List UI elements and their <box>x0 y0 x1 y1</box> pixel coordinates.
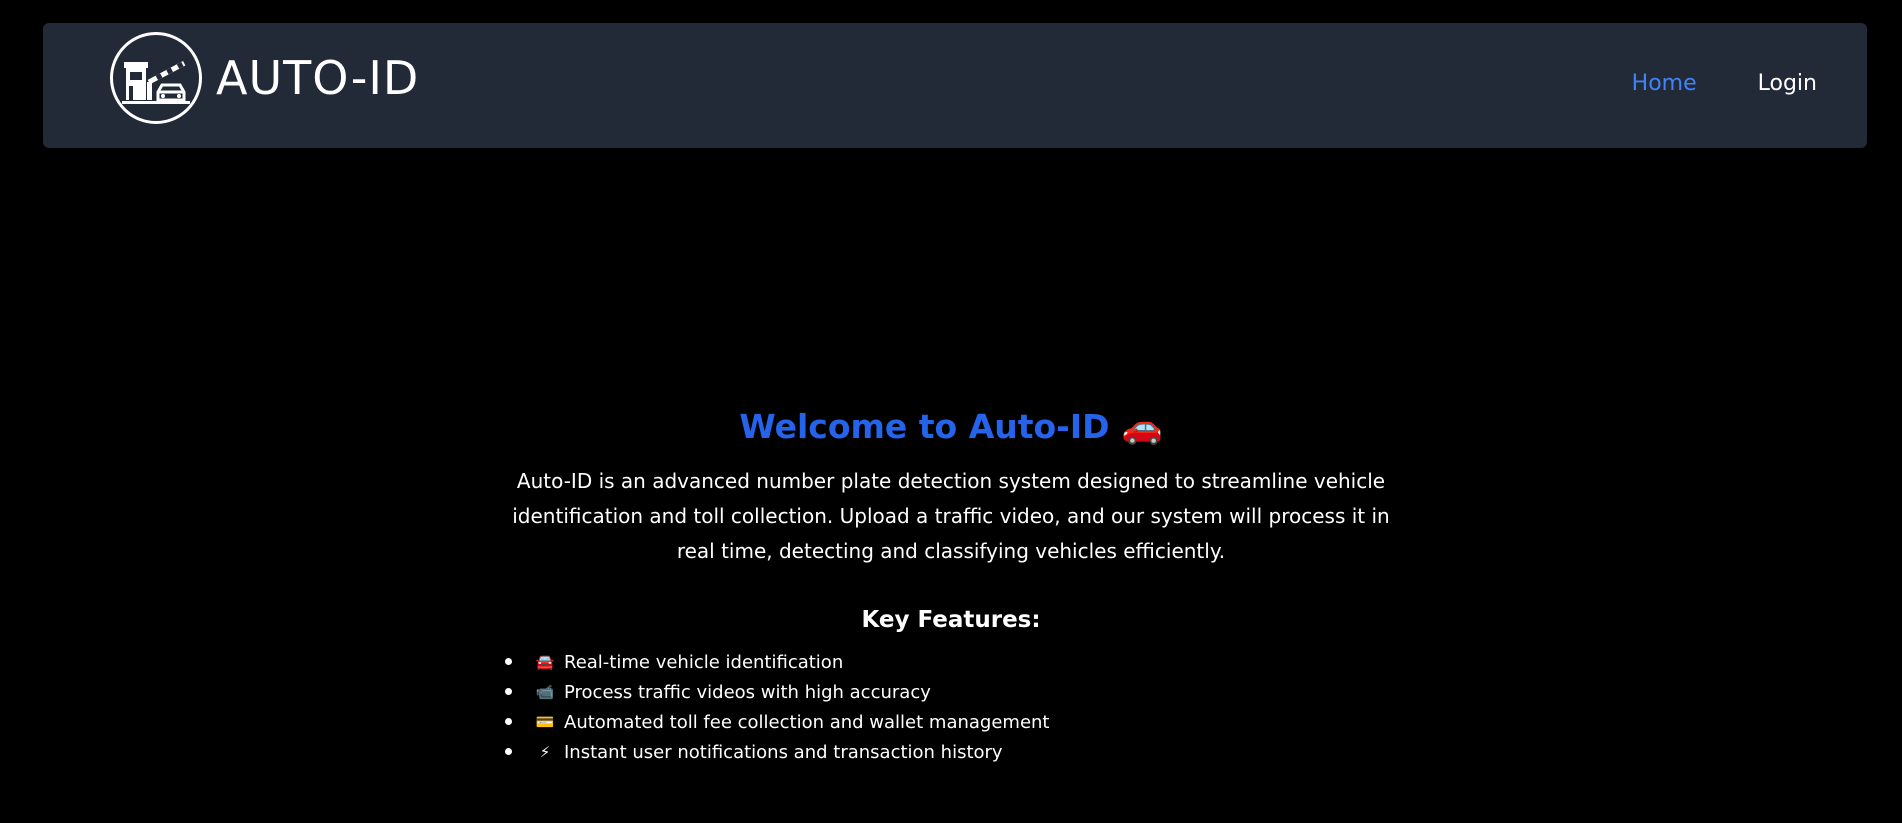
navbar: AUTO-ID Home Login <box>43 23 1867 148</box>
nav-login-link[interactable]: Login <box>1758 71 1817 96</box>
hero-description: Auto-ID is an advanced number plate dete… <box>512 469 1390 563</box>
nav-home-link[interactable]: Home <box>1632 71 1697 96</box>
video-camera-icon: 📹 <box>535 683 555 701</box>
features-title: Key Features: <box>861 607 1041 633</box>
hero-section: Welcome to Auto-ID 🚗 Auto-ID is an advanc… <box>0 400 1902 763</box>
bullet-icon <box>505 718 512 725</box>
brand[interactable]: AUTO-ID <box>110 31 419 124</box>
bullet-icon <box>505 748 512 755</box>
feature-item: 🚘 Real-time vehicle identification <box>505 647 1050 677</box>
features-list: 🚘 Real-time vehicle identification 📹 Pro… <box>505 647 1050 767</box>
feature-item: 📹 Process traffic videos with high accur… <box>505 677 1050 707</box>
lightning-icon: ⚡ <box>539 743 551 761</box>
brand-name: AUTO-ID <box>216 50 420 105</box>
hero-title-text: Welcome to Auto-ID <box>739 407 1110 446</box>
bullet-icon <box>505 688 512 695</box>
feature-text: Instant user notifications and transacti… <box>564 741 1003 763</box>
toll-booth-icon <box>110 31 202 124</box>
feature-text: Automated toll fee collection and wallet… <box>564 711 1050 733</box>
vehicle-icon: 🚘 <box>535 653 555 671</box>
feature-item: ⚡ Instant user notifications and transac… <box>505 737 1050 767</box>
feature-item: 💳 Automated toll fee collection and wall… <box>505 707 1050 737</box>
feature-text: Real-time vehicle identification <box>564 651 844 673</box>
nav-links: Home Login <box>1632 71 1817 96</box>
bullet-icon <box>505 658 512 665</box>
car-icon: 🚗 <box>1121 407 1163 446</box>
credit-card-icon: 💳 <box>535 713 555 731</box>
hero-title: Welcome to Auto-ID 🚗 <box>0 400 1902 454</box>
feature-text: Process traffic videos with high accurac… <box>564 681 931 703</box>
